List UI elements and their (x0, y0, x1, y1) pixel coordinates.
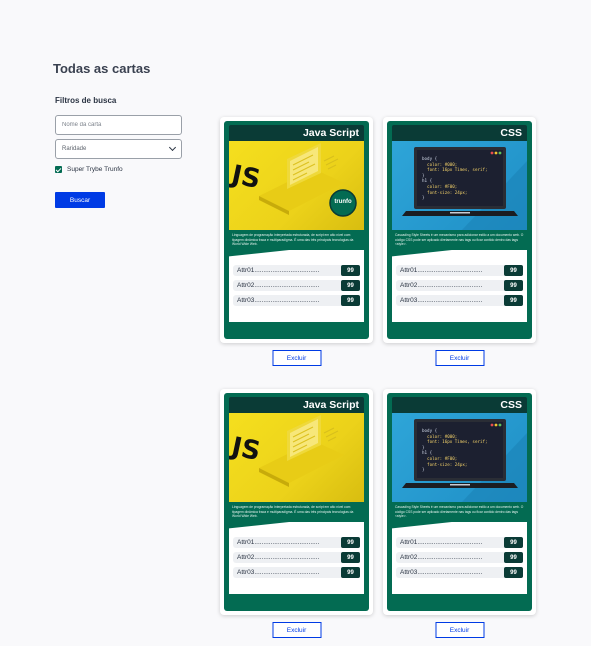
attribute-label: Attr01..................................… (400, 539, 483, 546)
attribute-value: 99 (504, 567, 523, 578)
attribute-value: 99 (341, 567, 360, 578)
javascript-laptop-icon: JS (229, 143, 357, 217)
card-frame: CSS body { color: #000; font: 16px Times… (383, 389, 536, 615)
attribute-row: Attr03..................................… (396, 295, 523, 306)
attribute-label: Attr02..................................… (237, 282, 320, 289)
card-header: CSS (392, 125, 527, 141)
attribute-value: 99 (341, 295, 360, 306)
card-image: JS trunfo (229, 141, 364, 230)
card-frame: CSS body { color: #000; font: 16px Times… (383, 117, 536, 343)
card-image: body { color: #000; font: 16px Times, se… (392, 413, 527, 502)
attribute-label: Attr03..................................… (237, 297, 320, 304)
attribute-row: Attr03..................................… (233, 567, 360, 578)
javascript-laptop-icon: JS (229, 415, 344, 487)
card-image: JS (229, 413, 364, 502)
checkbox-checked-icon[interactable] (55, 166, 62, 173)
attribute-value: 99 (341, 537, 360, 548)
attribute-value: 99 (341, 280, 360, 291)
svg-text:JS: JS (229, 432, 263, 468)
card-name: CSS (500, 399, 522, 411)
delete-card-button[interactable]: Excluir (272, 622, 321, 638)
delete-card-button[interactable]: Excluir (272, 350, 321, 366)
attribute-label: Attr01..................................… (400, 267, 483, 274)
super-trunfo-label: Super Trybe Trunfo (67, 166, 123, 173)
attribute-label: Attr03..................................… (237, 569, 320, 576)
rarity-select[interactable]: Raridade (55, 139, 182, 159)
card-attributes: Attr01..................................… (392, 514, 527, 594)
attribute-label: Attr02..................................… (400, 554, 483, 561)
card-name: Java Script (302, 127, 359, 139)
rarity-select-value: Raridade (62, 146, 87, 152)
card-header: Java Script (229, 125, 364, 141)
filters-title: Filtros de busca (55, 96, 117, 105)
page-title: Todas as cartas (53, 61, 151, 76)
attribute-label: Attr03..................................… (400, 297, 483, 304)
attribute-value: 99 (341, 552, 360, 563)
card-name-filter-input[interactable] (55, 115, 182, 135)
card-attributes: Attr01..................................… (392, 242, 527, 322)
attribute-value: 99 (504, 537, 523, 548)
attribute-value: 99 (341, 265, 360, 276)
delete-card-button[interactable]: Excluir (435, 622, 484, 638)
card: CSS body { color: #000; font: 16px Times… (387, 121, 532, 339)
super-trunfo-checkbox[interactable]: Super Trybe Trunfo (55, 166, 123, 173)
card-header: Java Script (229, 397, 364, 413)
card-item: Java Script JS Linguagem de programação … (220, 389, 373, 638)
card: CSS body { color: #000; font: 16px Times… (387, 393, 532, 611)
code-line: font: 16px Times, serif; (422, 439, 488, 445)
svg-text:JS: JS (229, 160, 263, 196)
attribute-row: Attr01..................................… (233, 265, 360, 276)
code-line: font: 16px Times, serif; (422, 167, 488, 173)
attribute-value: 99 (504, 552, 523, 563)
card-description: Linguagem de programação interpretada es… (229, 502, 364, 522)
search-button[interactable]: Buscar (55, 192, 105, 208)
card-item: CSS body { color: #000; font: 16px Times… (383, 389, 536, 638)
card-name: CSS (500, 127, 522, 139)
card-attributes: Attr01..................................… (229, 242, 364, 322)
attribute-row: Attr03..................................… (396, 567, 523, 578)
attribute-row: Attr01..................................… (233, 537, 360, 548)
card-image: body { color: #000; font: 16px Times, se… (392, 141, 527, 230)
card-name: Java Script (302, 399, 359, 411)
card-description: Cascading Style Sheets é um mecanismo pa… (392, 502, 527, 522)
attribute-label: Attr01..................................… (237, 267, 320, 274)
card-frame: Java Script JS trunfo Linguagem de progr… (220, 117, 373, 343)
attribute-value: 99 (504, 295, 523, 306)
attribute-row: Attr02..................................… (396, 280, 523, 291)
delete-card-button[interactable]: Excluir (435, 350, 484, 366)
attribute-label: Attr02..................................… (400, 282, 483, 289)
card: Java Script JS Linguagem de programação … (224, 393, 369, 611)
card-frame: Java Script JS Linguagem de programação … (220, 389, 373, 615)
attribute-row: Attr02..................................… (233, 552, 360, 563)
card-description: Linguagem de programação interpretada es… (229, 230, 364, 250)
attribute-value: 99 (504, 280, 523, 291)
card-item: CSS body { color: #000; font: 16px Times… (383, 117, 536, 366)
chevron-down-icon (168, 143, 177, 152)
code-snippet: body { color: #000; font: 16px Times, se… (422, 156, 488, 201)
code-line: } (422, 467, 425, 473)
attribute-row: Attr02..................................… (396, 552, 523, 563)
card-attributes: Attr01..................................… (229, 514, 364, 594)
attribute-row: Attr03..................................… (233, 295, 360, 306)
attribute-value: 99 (504, 265, 523, 276)
code-snippet: body { color: #000; font: 16px Times, se… (422, 428, 488, 473)
card: Java Script JS trunfo Linguagem de progr… (224, 121, 369, 339)
attribute-label: Attr01..................................… (237, 539, 320, 546)
attribute-row: Attr01..................................… (396, 537, 523, 548)
card-header: CSS (392, 397, 527, 413)
trunfo-badge: trunfo (334, 199, 352, 205)
attribute-label: Attr03..................................… (400, 569, 483, 576)
attribute-row: Attr02..................................… (233, 280, 360, 291)
card-description: Cascading Style Sheets é um mecanismo pa… (392, 230, 527, 250)
code-line: } (422, 195, 425, 201)
attribute-label: Attr02..................................… (237, 554, 320, 561)
attribute-row: Attr01..................................… (396, 265, 523, 276)
card-item: Java Script JS trunfo Linguagem de progr… (220, 117, 373, 366)
